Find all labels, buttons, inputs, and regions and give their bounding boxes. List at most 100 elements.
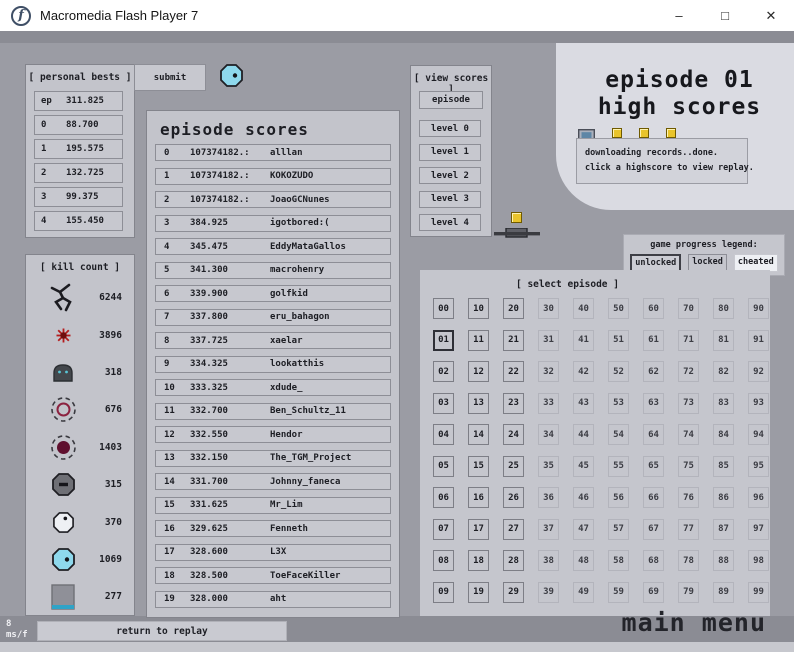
episode-cell[interactable]: 55: [608, 455, 629, 477]
level-button[interactable]: level 3: [419, 190, 481, 208]
episode-cell[interactable]: 06: [433, 487, 454, 508]
episode-button[interactable]: episode: [419, 91, 483, 109]
episode-cell[interactable]: 85: [713, 455, 734, 477]
episode-cell[interactable]: 76: [678, 487, 699, 508]
episode-cell[interactable]: 93: [748, 392, 769, 414]
episode-cell[interactable]: 22: [503, 361, 524, 382]
highscore-row[interactable]: 8 337.725 xaelar: [155, 332, 391, 349]
episode-cell[interactable]: 18: [468, 550, 489, 571]
episode-cell[interactable]: 74: [678, 424, 699, 445]
episode-cell[interactable]: 13: [468, 392, 489, 414]
episode-cell[interactable]: 01: [433, 329, 454, 351]
episode-cell[interactable]: 23: [503, 392, 524, 414]
highscore-row[interactable]: 0 107374182.: alllan: [155, 144, 391, 161]
episode-cell[interactable]: 29: [503, 581, 524, 603]
episode-cell[interactable]: 48: [573, 550, 594, 571]
episode-cell[interactable]: 31: [538, 329, 559, 351]
main-menu-button[interactable]: main menu: [622, 608, 766, 637]
episode-cell[interactable]: 43: [573, 392, 594, 414]
episode-cell[interactable]: 46: [573, 487, 594, 508]
episode-cell[interactable]: 37: [538, 518, 559, 540]
episode-cell[interactable]: 54: [608, 424, 629, 445]
episode-cell[interactable]: 28: [503, 550, 524, 571]
highscore-row[interactable]: 6 339.900 golfkid: [155, 285, 391, 302]
highscore-row[interactable]: 7 337.800 eru_bahagon: [155, 308, 391, 326]
episode-cell[interactable]: 63: [643, 392, 664, 414]
episode-cell[interactable]: 94: [748, 424, 769, 445]
episode-cell[interactable]: 42: [573, 361, 594, 382]
episode-cell[interactable]: 33: [538, 392, 559, 414]
episode-cell[interactable]: 44: [573, 424, 594, 445]
episode-cell[interactable]: 73: [678, 392, 699, 414]
episode-cell[interactable]: 38: [538, 550, 559, 571]
episode-cell[interactable]: 32: [538, 361, 559, 382]
episode-cell[interactable]: 66: [643, 487, 664, 508]
episode-cell[interactable]: 92: [748, 361, 769, 382]
episode-cell[interactable]: 21: [503, 329, 524, 351]
close-button[interactable]: ✕: [748, 0, 794, 31]
level-button[interactable]: level 0: [419, 120, 481, 137]
episode-cell[interactable]: 65: [643, 455, 664, 477]
episode-cell[interactable]: 95: [748, 455, 769, 477]
episode-cell[interactable]: 83: [713, 392, 734, 414]
episode-cell[interactable]: 00: [433, 298, 454, 319]
episode-cell[interactable]: 35: [538, 455, 559, 477]
episode-cell[interactable]: 90: [748, 298, 769, 319]
episode-cell[interactable]: 64: [643, 424, 664, 445]
episode-cell[interactable]: 62: [643, 361, 664, 382]
episode-cell[interactable]: 72: [678, 361, 699, 382]
episode-cell[interactable]: 80: [713, 298, 734, 319]
episode-cell[interactable]: 77: [678, 518, 699, 540]
highscore-row[interactable]: 2 107374182.: JoaoGCNunes: [155, 191, 391, 208]
episode-cell[interactable]: 56: [608, 487, 629, 508]
episode-cell[interactable]: 71: [678, 329, 699, 351]
episode-cell[interactable]: 34: [538, 424, 559, 445]
episode-cell[interactable]: 09: [433, 581, 454, 603]
episode-cell[interactable]: 02: [433, 361, 454, 382]
episode-cell[interactable]: 53: [608, 392, 629, 414]
episode-cell[interactable]: 86: [713, 487, 734, 508]
episode-cell[interactable]: 20: [503, 298, 524, 319]
episode-cell[interactable]: 26: [503, 487, 524, 508]
episode-cell[interactable]: 97: [748, 518, 769, 540]
episode-cell[interactable]: 27: [503, 518, 524, 540]
highscore-row[interactable]: 9 334.325 lookatthis: [155, 355, 391, 373]
episode-cell[interactable]: 69: [643, 581, 664, 603]
episode-cell[interactable]: 84: [713, 424, 734, 445]
submit-button[interactable]: submit: [134, 64, 206, 91]
highscore-row[interactable]: 4 345.475 EddyMataGallos: [155, 238, 391, 255]
episode-cell[interactable]: 04: [433, 424, 454, 445]
episode-cell[interactable]: 11: [468, 329, 489, 351]
minimize-button[interactable]: –: [656, 0, 702, 31]
maximize-button[interactable]: □: [702, 0, 748, 31]
episode-cell[interactable]: 39: [538, 581, 559, 603]
episode-cell[interactable]: 87: [713, 518, 734, 540]
highscore-row[interactable]: 3 384.925 igotbored:(: [155, 214, 391, 232]
episode-cell[interactable]: 60: [643, 298, 664, 319]
episode-cell[interactable]: 78: [678, 550, 699, 571]
episode-cell[interactable]: 49: [573, 581, 594, 603]
episode-cell[interactable]: 36: [538, 487, 559, 508]
episode-cell[interactable]: 41: [573, 329, 594, 351]
highscore-row[interactable]: 18 328.500 ToeFaceKiller: [155, 567, 391, 584]
highscore-row[interactable]: 5 341.300 macrohenry: [155, 261, 391, 279]
episode-cell[interactable]: 98: [748, 550, 769, 571]
highscore-row[interactable]: 17 328.600 L3X: [155, 543, 391, 561]
level-button[interactable]: level 1: [419, 143, 481, 161]
episode-cell[interactable]: 45: [573, 455, 594, 477]
highscore-row[interactable]: 1 107374182.: KOKOZUDO: [155, 167, 391, 185]
episode-cell[interactable]: 81: [713, 329, 734, 351]
return-to-replay-button[interactable]: return to replay: [37, 621, 287, 641]
level-button[interactable]: level 2: [419, 167, 481, 184]
episode-cell[interactable]: 67: [643, 518, 664, 540]
highscore-row[interactable]: 15 331.625 Mr_Lim: [155, 496, 391, 514]
episode-cell[interactable]: 12: [468, 361, 489, 382]
episode-cell[interactable]: 59: [608, 581, 629, 603]
episode-cell[interactable]: 47: [573, 518, 594, 540]
highscore-row[interactable]: 11 332.700 Ben_Schultz_11: [155, 402, 391, 420]
episode-cell[interactable]: 19: [468, 581, 489, 603]
episode-cell[interactable]: 14: [468, 424, 489, 445]
episode-cell[interactable]: 75: [678, 455, 699, 477]
episode-cell[interactable]: 07: [433, 518, 454, 540]
episode-cell[interactable]: 58: [608, 550, 629, 571]
